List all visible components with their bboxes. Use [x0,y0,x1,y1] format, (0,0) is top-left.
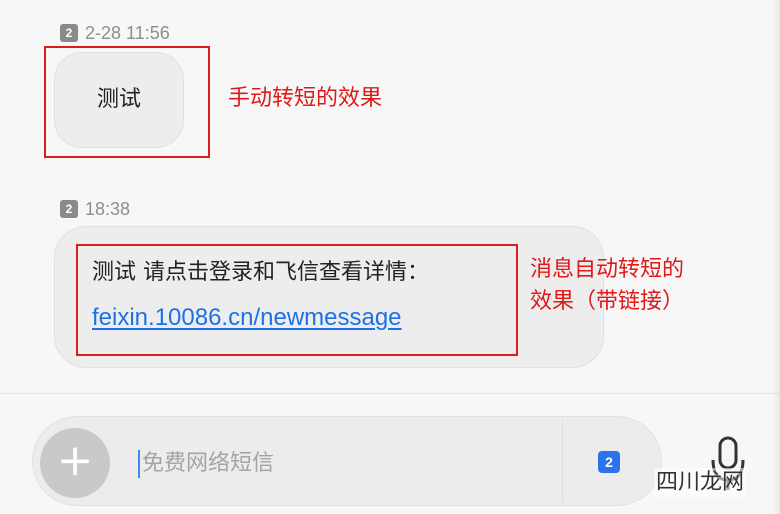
message-input[interactable]: 免费网络短信 [142,449,274,479]
message-2-header: 2 18:38 [60,199,130,219]
sim-2-icon: 2 [60,24,78,42]
composer-separator [562,420,563,502]
annotation-1: 手动转短的效果 [228,86,383,111]
message-1-timestamp: 2-28 11:56 [85,23,170,43]
edge-shadow [772,0,780,514]
watermark: 四川龙网 [654,468,747,498]
message-2-timestamp: 18:38 [85,199,131,219]
composer-bar [32,416,662,506]
text-caret [138,450,140,478]
composer-divider [0,393,780,394]
sms-screen: { "messages": [ { "sim": "2", "timestamp… [0,0,780,514]
add-attachment-button[interactable]: + [40,428,110,498]
annotation-2-line1: 消息自动转短的 [530,257,685,282]
plus-icon: + [56,435,94,486]
message-2-text: 测试 请点击登录和飞信查看详情： [92,260,429,285]
message-1-header: 2 2-28 11:56 [60,23,170,43]
highlight-box-1 [44,46,210,158]
annotation-2-line2: 效果（带链接） [530,289,685,314]
message-2-link[interactable]: feixin.10086.cn/newmessage [92,302,402,334]
sim-2-icon: 2 [60,200,78,218]
send-sim-2-button[interactable]: 2 [598,451,620,473]
